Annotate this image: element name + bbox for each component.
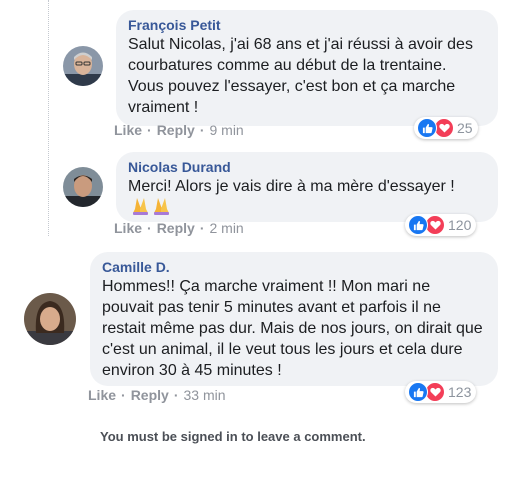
reply-link[interactable]: Reply [131,387,169,403]
reply-link[interactable]: Reply [157,122,195,138]
separator: · [199,220,205,236]
heart-icon [434,118,454,138]
like-link[interactable]: Like [114,220,142,236]
comment-bubble-nicolas: Nicolas Durand Merci! Alors je vais dire… [116,152,498,222]
reply-thread-line [48,0,49,236]
reactions-summary[interactable]: 123 [405,381,477,403]
reactions-summary[interactable]: 120 [405,214,477,236]
comment-bubble-camille: Camille D. Hommes!! Ça marche vraiment !… [90,252,498,386]
avatar-nicolas[interactable] [63,167,103,207]
reaction-count: 120 [448,217,472,233]
thumbs-up-icon [408,215,428,235]
separator: · [121,387,126,403]
reaction-count: 25 [457,120,473,136]
thumbs-up-icon [417,118,437,138]
comment-author[interactable]: François Petit [128,17,486,34]
thumbs-up-icon [408,382,428,402]
like-link[interactable]: Like [114,122,142,138]
signin-notice: You must be signed in to leave a comment… [100,429,366,444]
reactions-summary[interactable]: 25 [414,117,478,139]
avatar-francois[interactable] [63,46,103,86]
comment-text: Hommes!! Ça marche vraiment !! Mon mari … [102,278,483,379]
heart-icon [425,215,445,235]
comment-actions: Like · Reply · 33 min [88,387,226,403]
comment-bubble-francois: François Petit Salut Nicolas, j'ai 68 an… [116,10,498,126]
like-link[interactable]: Like [88,387,116,403]
reply-link[interactable]: Reply [157,220,195,236]
avatar-camille[interactable] [24,293,76,345]
comment-actions: Like · Reply · 2 min [114,220,244,236]
separator: · [147,122,152,138]
separator: · [199,122,205,138]
separator: · [173,387,179,403]
comment-author[interactable]: Nicolas Durand [128,159,486,176]
comment-text: Salut Nicolas, j'ai 68 ans et j'ai réuss… [128,36,473,116]
comment-time[interactable]: 9 min [209,122,243,138]
heart-icon [425,382,445,402]
separator: · [147,220,152,236]
comment-text-content: Merci! Alors je vais dire à ma mère d'es… [128,178,455,195]
comment-author[interactable]: Camille D. [102,259,486,276]
reaction-count: 123 [448,384,472,400]
comment-actions: Like · Reply · 9 min [114,122,244,138]
folded-hands-emoji [132,197,172,221]
comment-time[interactable]: 2 min [209,220,243,236]
comment-time[interactable]: 33 min [183,387,225,403]
